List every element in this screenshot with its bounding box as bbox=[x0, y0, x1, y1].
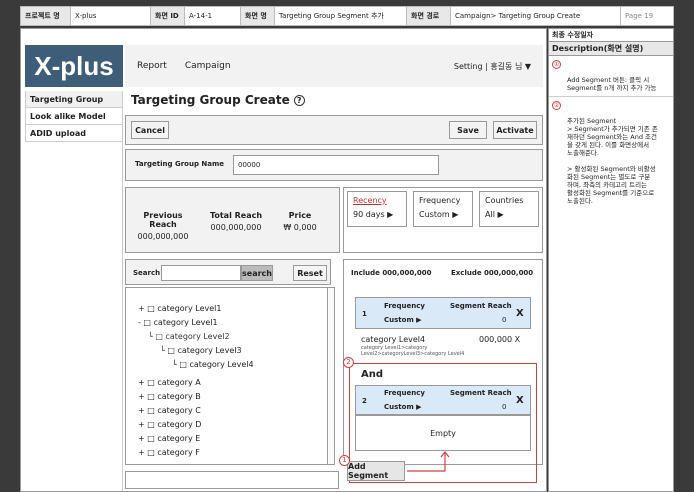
countries-dropdown[interactable]: Countries All ▶ bbox=[479, 191, 539, 227]
price: Price ₩ 0,000 bbox=[275, 211, 325, 232]
add-segment-button[interactable]: Add Segment bbox=[347, 461, 405, 481]
tree-node[interactable]: + □ category B bbox=[138, 392, 201, 401]
frequency-value: Custom ▶ bbox=[419, 210, 459, 219]
tg-name-input[interactable]: 00000 bbox=[233, 155, 439, 175]
tree-node[interactable]: └ □ category Level4 bbox=[172, 360, 254, 369]
project-label: 프로젝트 명 bbox=[21, 7, 71, 25]
previous-reach-value: 000,000,000 bbox=[137, 232, 189, 241]
screen-path-value: Campaign> Targeting Group Create bbox=[451, 7, 621, 25]
previous-reach: Previous Reach 000,000,000 bbox=[131, 211, 195, 241]
segment-2-number: 2 bbox=[362, 397, 367, 405]
total-reach: Total Reach 000,000,000 bbox=[203, 211, 269, 232]
segment-1-reach-value: 0 bbox=[502, 316, 507, 324]
description-entry-2-number: ② bbox=[552, 101, 561, 110]
include-count: Include 000,000,000 bbox=[351, 269, 432, 277]
description-panel: 최종 수정일자 Description(화면 설명) ① Add Segment… bbox=[548, 28, 674, 492]
previous-reach-label: Previous Reach bbox=[143, 211, 183, 229]
screen-id-value: A-14-1 bbox=[185, 7, 241, 25]
price-label: Price bbox=[288, 211, 312, 220]
tree-node[interactable]: + □ category Level1 bbox=[138, 304, 221, 313]
description-entry-2-text: 추가된 Segment > Segment가 추가되면 기존 존 재하던 Seg… bbox=[567, 117, 658, 205]
annotation-badge-1: 1 bbox=[339, 455, 350, 466]
price-value: ₩ 0,000 bbox=[283, 223, 317, 232]
nav-setting-user[interactable]: Setting | 홍길동 님 ▼ bbox=[454, 61, 531, 72]
search-input[interactable] bbox=[161, 265, 241, 281]
segment-card-2[interactable]: 2 Frequency Custom ▶ Segment Reach 0 X bbox=[355, 385, 531, 415]
segment-1-reach-label: Segment Reach bbox=[450, 302, 512, 310]
description-entry-1-text: Add Segment 버튼: 클릭 시 Segment를 n개 까지 추가 가… bbox=[567, 76, 657, 92]
segment-2-empty-area: Empty bbox=[355, 415, 531, 451]
total-reach-value: 000,000,000 bbox=[210, 223, 262, 232]
screen-id-label: 화면 ID bbox=[151, 7, 185, 25]
annotation-badge-2: 2 bbox=[343, 357, 354, 368]
reset-button[interactable]: Reset bbox=[293, 265, 327, 281]
segment-2-frequency-label: Frequency bbox=[384, 389, 425, 397]
segment-1-frequency-label: Frequency bbox=[384, 302, 425, 310]
save-button[interactable]: Save bbox=[449, 121, 487, 139]
search-label: Search bbox=[133, 269, 161, 277]
tree-node[interactable]: + □ category A bbox=[138, 378, 201, 387]
screen-path-label: 화면 경로 bbox=[407, 7, 451, 25]
nav-campaign[interactable]: Campaign bbox=[185, 61, 231, 71]
search-button[interactable]: search bbox=[241, 265, 273, 281]
tree-node[interactable]: - □ category Level1 bbox=[138, 318, 218, 327]
segment-1-number: 1 bbox=[362, 310, 367, 318]
tree-node[interactable]: + □ category F bbox=[138, 448, 200, 457]
segment-category-path-2: Level2>categoryLevel3>category Level4 bbox=[361, 351, 465, 357]
tree-footer bbox=[125, 471, 339, 489]
total-reach-label: Total Reach bbox=[209, 211, 263, 220]
screen-name-value: Targeting Group Segment 추가 bbox=[275, 7, 407, 25]
category-tree: + □ category Level1 - □ category Level1 … bbox=[125, 287, 331, 465]
description-entry-1-number: ① bbox=[552, 60, 561, 69]
segment-2-reach-label: Segment Reach bbox=[450, 389, 512, 397]
top-nav: Report Campaign Setting | 홍길동 님 ▼ bbox=[125, 45, 543, 87]
segment-card-1[interactable]: 1 Frequency Custom ▶ Segment Reach 0 X bbox=[355, 297, 531, 329]
segment-1-frequency-value[interactable]: Custom ▶ bbox=[384, 316, 422, 324]
page-title-text: Targeting Group Create bbox=[131, 93, 290, 107]
frequency-label: Frequency bbox=[419, 196, 461, 205]
countries-value: All ▶ bbox=[485, 210, 504, 219]
segment-category-value[interactable]: 000,000 X bbox=[479, 335, 520, 344]
sidebar-item-targeting-group[interactable]: Targeting Group bbox=[25, 91, 122, 108]
segment-2-frequency-value[interactable]: Custom ▶ bbox=[384, 403, 422, 411]
description-entry-2: ② 추가된 Segment > Segment가 추가되면 기존 존 재하던 S… bbox=[549, 97, 673, 209]
countries-label: Countries bbox=[485, 196, 524, 205]
sidebar-item-adid-upload[interactable]: ADID upload bbox=[25, 125, 122, 142]
tree-scrollbar[interactable] bbox=[327, 287, 335, 465]
app-logo: X-plus bbox=[25, 45, 123, 87]
connector-arrow-icon bbox=[407, 451, 450, 472]
tree-node[interactable]: └ □ category Level3 bbox=[160, 346, 242, 355]
segment-2-close-icon[interactable]: X bbox=[516, 395, 524, 406]
screen-name-label: 화면 명 bbox=[241, 7, 275, 25]
tree-node[interactable]: + □ category C bbox=[138, 406, 201, 415]
page-number: Page 19 bbox=[625, 12, 654, 20]
nav-report[interactable]: Report bbox=[137, 61, 167, 71]
doc-meta-bar: 프로젝트 명 X-plus 화면 ID A-14-1 화면 명 Targetin… bbox=[20, 6, 674, 26]
tree-node[interactable]: └ □ category Level2 bbox=[148, 332, 230, 341]
project-value: X-plus bbox=[71, 7, 151, 25]
recency-label: Recency bbox=[353, 196, 387, 205]
segment-2-reach-value: 0 bbox=[502, 403, 507, 411]
tree-node[interactable]: + □ category D bbox=[138, 420, 201, 429]
recency-value: 90 days ▶ bbox=[353, 210, 394, 219]
activate-button[interactable]: Activate bbox=[493, 121, 537, 139]
recency-dropdown[interactable]: Recency 90 days ▶ bbox=[347, 191, 407, 227]
description-entry-1: ① Add Segment 버튼: 클릭 시 Segment를 n개 까지 추가… bbox=[549, 56, 673, 97]
sidebar-item-look-alike[interactable]: Look alike Model bbox=[25, 108, 122, 125]
tg-name-label: Targeting Group Name bbox=[135, 160, 225, 168]
and-label: And bbox=[361, 369, 384, 380]
page-title: Targeting Group Create ? bbox=[131, 93, 305, 107]
empty-text: Empty bbox=[430, 428, 456, 438]
last-updated-label: 최종 수정일자 bbox=[549, 29, 673, 42]
description-header: Description(화면 설명) bbox=[549, 42, 673, 56]
tree-node[interactable]: + □ category E bbox=[138, 434, 200, 443]
segment-category-name: category Level4 bbox=[361, 335, 426, 344]
cancel-button[interactable]: Cancel bbox=[131, 121, 169, 139]
frequency-dropdown[interactable]: Frequency Custom ▶ bbox=[413, 191, 473, 227]
wireframe-frame: X-plus Report Campaign Setting | 홍길동 님 ▼… bbox=[20, 28, 547, 492]
segment-1-close-icon[interactable]: X bbox=[516, 308, 524, 319]
exclude-count[interactable]: Exclude 000,000,000 bbox=[451, 269, 533, 277]
sidebar: Targeting Group Look alike Model ADID up… bbox=[25, 91, 123, 491]
help-icon[interactable]: ? bbox=[293, 94, 305, 106]
